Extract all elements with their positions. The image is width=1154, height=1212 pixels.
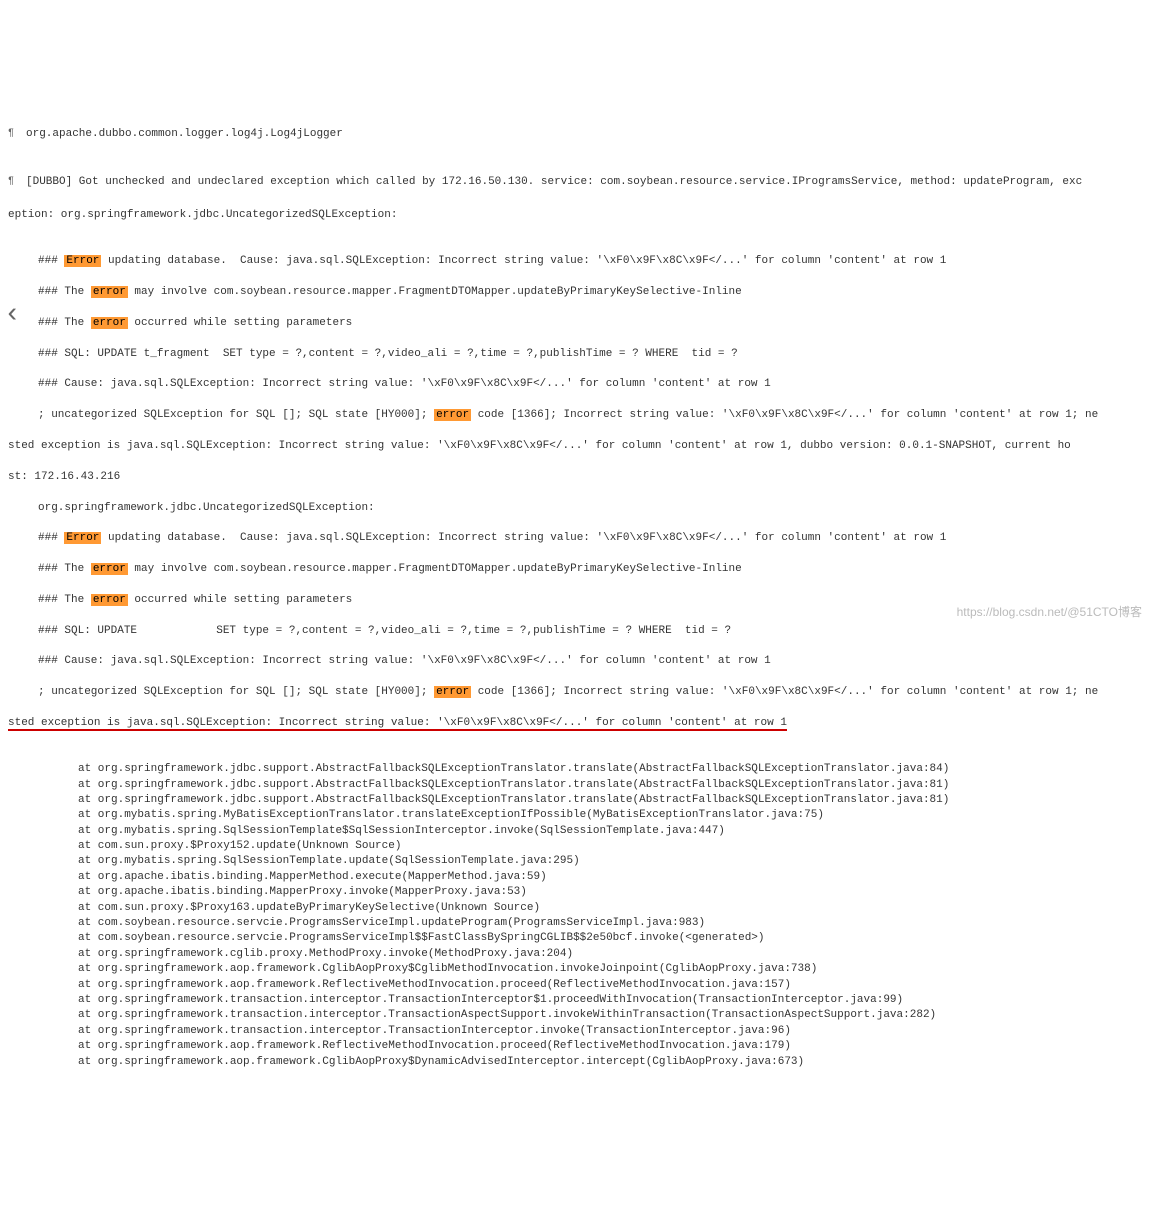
exception-continuation: eption: org.springframework.jdbc.Uncateg… [8, 208, 1146, 223]
stacktrace-line: at org.springframework.jdbc.support.Abst… [8, 762, 1146, 777]
stacktrace-line: at org.springframework.transaction.inter… [8, 993, 1146, 1008]
stacktrace-line: at org.apache.ibatis.binding.MapperMetho… [8, 870, 1146, 885]
bullet-icon: ¶ [8, 127, 20, 141]
log-entry-header-1: ¶ org.apache.dubbo.common.logger.log4j.L… [8, 127, 1146, 142]
stacktrace-line: at org.apache.ibatis.binding.MapperProxy… [8, 885, 1146, 900]
log-line: ; uncategorized SQLException for SQL [];… [8, 685, 1146, 700]
stacktrace-line: at org.springframework.cglib.proxy.Metho… [8, 947, 1146, 962]
error-highlight: Error [64, 255, 101, 267]
error-highlight: error [91, 594, 128, 606]
watermark: https://blog.csdn.net/@51CTO博客 [957, 604, 1142, 621]
log-line: ### Cause: java.sql.SQLException: Incorr… [8, 377, 1146, 392]
stacktrace-line: at org.mybatis.spring.SqlSessionTemplate… [8, 854, 1146, 869]
stacktrace-line: at com.soybean.resource.servcie.Programs… [8, 916, 1146, 931]
log-line: ### Error updating database. Cause: java… [8, 531, 1146, 546]
back-arrow-icon[interactable]: ‹ [4, 295, 21, 334]
stacktrace-line: at org.springframework.aop.framework.Cgl… [8, 962, 1146, 977]
log-line: ### The error may involve com.soybean.re… [8, 285, 1146, 300]
error-highlight: error [91, 563, 128, 575]
log-entry-header-2: ¶ [DUBBO] Got unchecked and undeclared e… [8, 175, 1146, 190]
log-line: ### The error occurred while setting par… [8, 316, 1146, 331]
error-highlight: error [91, 286, 128, 298]
bullet-icon: ¶ [8, 175, 20, 189]
log-line: ### SQL: UPDATE t_fragment SET type = ?,… [8, 347, 1146, 362]
stacktrace-line: at org.springframework.aop.framework.Ref… [8, 978, 1146, 993]
error-highlight: Error [64, 532, 101, 544]
stacktrace-line: at org.springframework.aop.framework.Cgl… [8, 1055, 1146, 1070]
log-line: ; uncategorized SQLException for SQL [];… [8, 408, 1146, 423]
error-highlight: error [434, 409, 471, 421]
error-highlight: error [434, 686, 471, 698]
log-viewer: ¶ org.apache.dubbo.common.logger.log4j.L… [8, 96, 1146, 1100]
log-line: sted exception is java.sql.SQLException:… [8, 439, 1146, 454]
exception-summary: [DUBBO] Got unchecked and undeclared exc… [26, 175, 1146, 190]
log-line: ### SQL: UPDATE SET type = ?,content = ?… [8, 624, 1146, 639]
log-line-underlined: sted exception is java.sql.SQLException:… [8, 716, 1146, 731]
stacktrace-line: at com.soybean.resource.servcie.Programs… [8, 931, 1146, 946]
logger-class: org.apache.dubbo.common.logger.log4j.Log… [26, 127, 1146, 142]
log-line: ### Error updating database. Cause: java… [8, 254, 1146, 269]
stacktrace-line: at org.springframework.aop.framework.Ref… [8, 1039, 1146, 1054]
log-line: org.springframework.jdbc.UncategorizedSQ… [8, 501, 1146, 516]
stacktrace-line: at com.sun.proxy.$Proxy163.updateByPrima… [8, 901, 1146, 916]
stacktrace-line: at org.springframework.jdbc.support.Abst… [8, 793, 1146, 808]
stacktrace-line: at org.springframework.transaction.inter… [8, 1024, 1146, 1039]
stacktrace-line: at org.springframework.transaction.inter… [8, 1008, 1146, 1023]
stacktrace-line: at org.springframework.jdbc.support.Abst… [8, 778, 1146, 793]
log-line: st: 172.16.43.216 [8, 470, 1146, 485]
error-highlight: error [91, 317, 128, 329]
stacktrace-line: at org.mybatis.spring.MyBatisExceptionTr… [8, 808, 1146, 823]
log-line: ### The error may involve com.soybean.re… [8, 562, 1146, 577]
stacktrace-line: at org.mybatis.spring.SqlSessionTemplate… [8, 824, 1146, 839]
log-line: ### Cause: java.sql.SQLException: Incorr… [8, 654, 1146, 669]
stacktrace-line: at com.sun.proxy.$Proxy152.update(Unknow… [8, 839, 1146, 854]
